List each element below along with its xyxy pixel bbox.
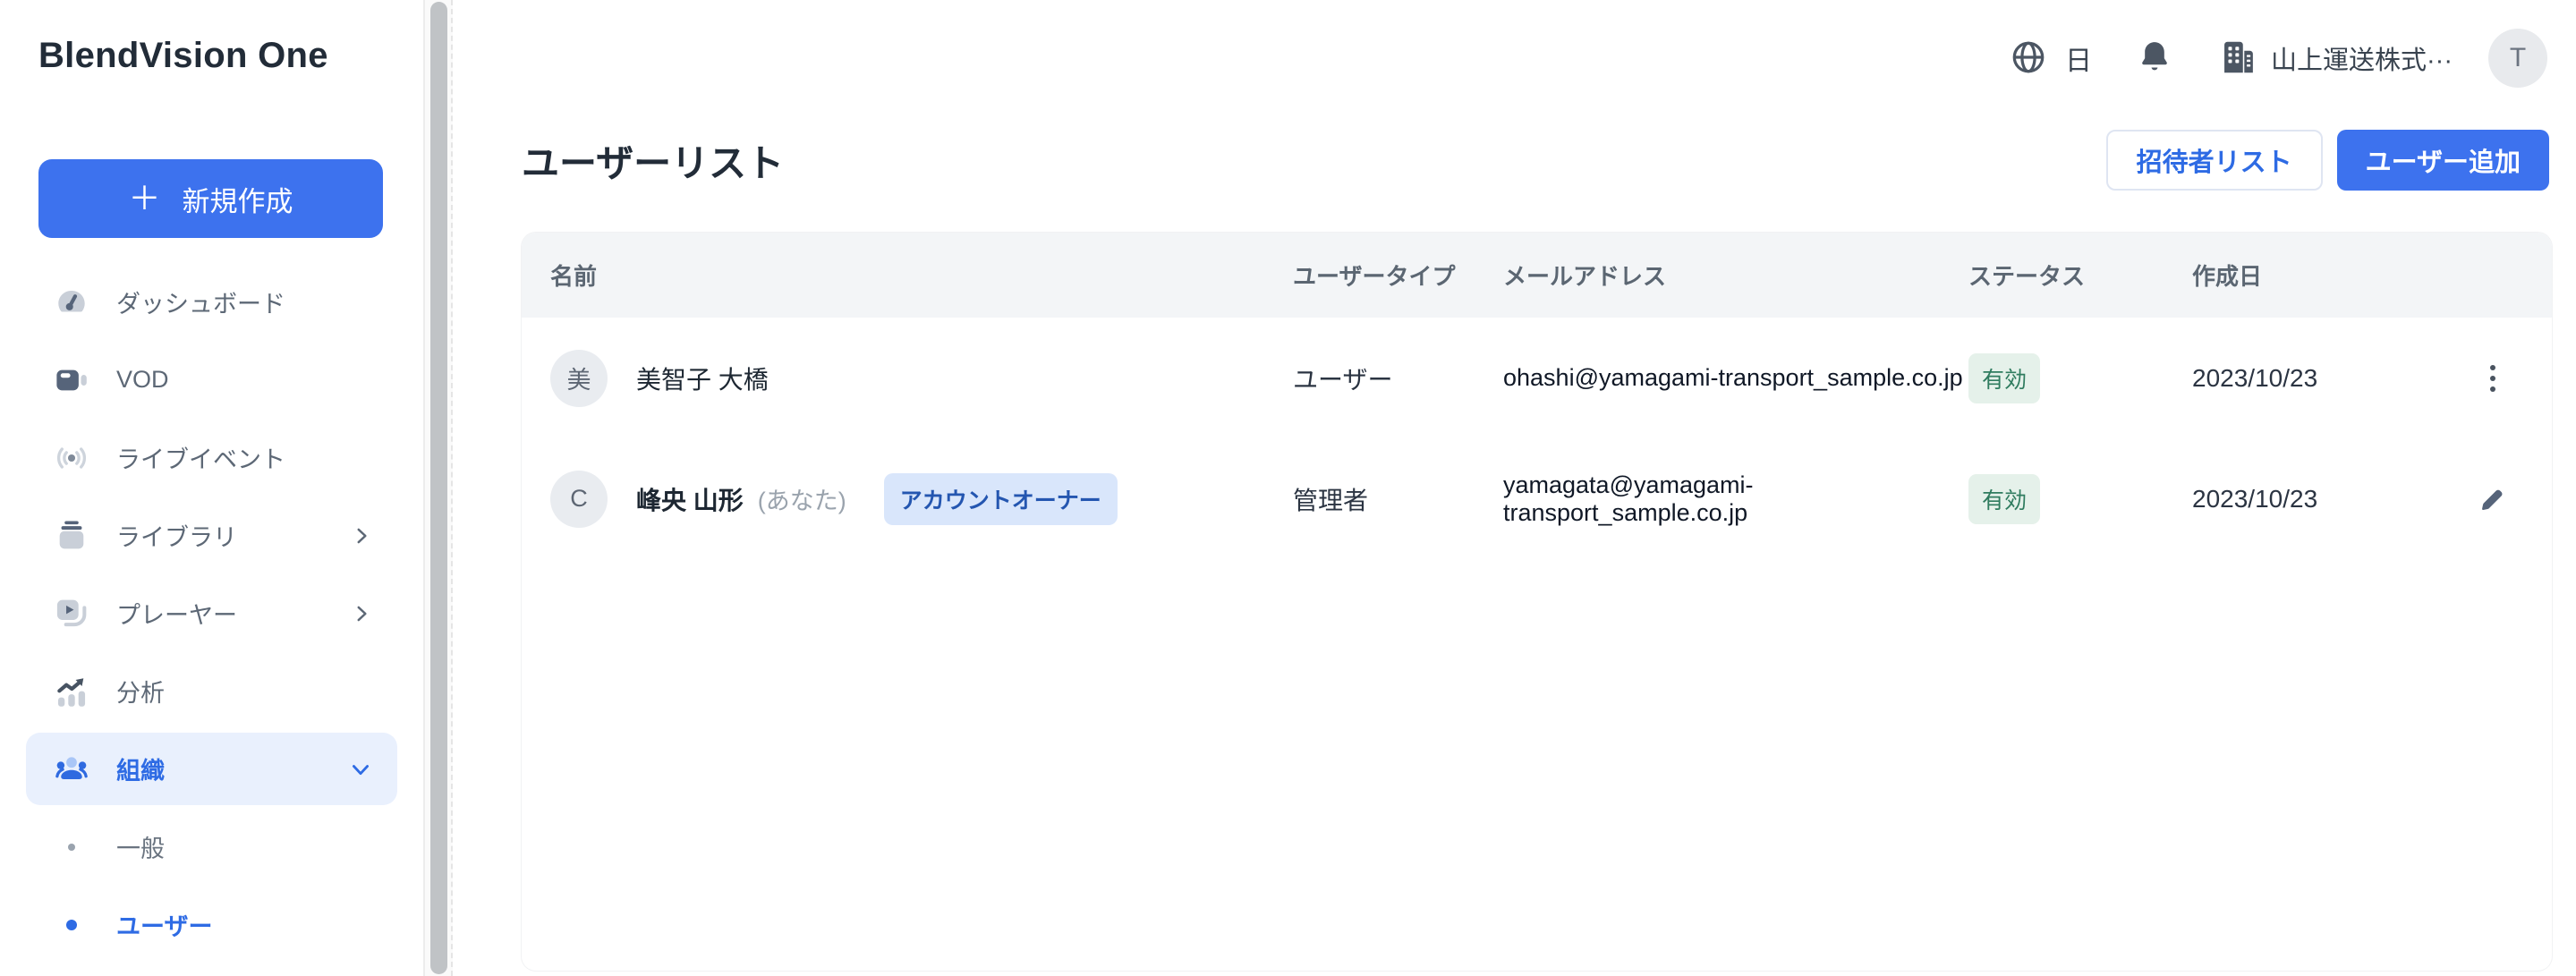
sidebar-item-label: ダッシュボード (116, 284, 285, 319)
add-user-button[interactable]: ユーザー追加 (2337, 130, 2549, 191)
app-root: BlendVision One ＋ 新規作成 ダッシュボード VOD (0, 0, 2576, 976)
page-header: ユーザーリスト 招待者リスト ユーザー追加 (522, 123, 2549, 197)
more-vertical-icon[interactable] (2483, 358, 2503, 399)
page-actions: 招待者リスト ユーザー追加 (2106, 130, 2549, 191)
column-header-status: ステータス (1968, 259, 2192, 292)
avatar: 美 (550, 350, 608, 407)
invitee-list-button[interactable]: 招待者リスト (2106, 130, 2323, 191)
create-new-button[interactable]: ＋ 新規作成 (38, 159, 383, 238)
sidebar-item-label: VOD (116, 366, 169, 394)
app-logo[interactable]: BlendVision One (38, 36, 328, 76)
edit-icon[interactable] (2474, 480, 2512, 518)
table-row: 美 美智子 大橋 ユーザー ohashi@yamagami-transport_… (522, 318, 2552, 438)
account-owner-badge: アカウントオーナー (884, 473, 1118, 525)
bullet-dot-icon (52, 844, 91, 851)
create-new-label: 新規作成 (183, 179, 293, 219)
sidebar-item-users[interactable]: ユーザー (0, 886, 423, 963)
avatar: C (550, 471, 608, 528)
people-icon (52, 750, 91, 789)
broadcast-icon (52, 439, 91, 477)
table-row: C 峰央 山形 (あなた) アカウントオーナー 管理者 yamagata@yam… (522, 438, 2552, 559)
library-icon (52, 517, 91, 555)
sidebar-item-general[interactable]: 一般 (0, 808, 423, 886)
sidebar-item-live-event[interactable]: ライブイベント (0, 419, 423, 496)
created-date: 2023/10/23 (2192, 364, 2434, 393)
chevron-right-icon (350, 524, 373, 547)
building-icon (2217, 37, 2258, 81)
organization-name: 山上運送株式··· (2271, 39, 2453, 77)
language-button[interactable] (2008, 37, 2049, 81)
sidebar-item-label: ユーザー (116, 907, 212, 942)
sidebar-item-label: プレーヤー (116, 596, 237, 631)
gauge-icon (52, 284, 91, 321)
actions-cell (2434, 480, 2552, 518)
user-email: ohashi@yamagami-transport_sample.co.jp (1503, 364, 1968, 392)
column-header-user-type: ユーザータイプ (1293, 259, 1503, 292)
column-header-name: 名前 (550, 259, 1293, 292)
user-name: 美智子 大橋 (636, 361, 769, 396)
sidebar-scrollbar-thumb[interactable] (430, 2, 447, 974)
user-type: ユーザー (1293, 361, 1503, 396)
name-cell: 美 美智子 大橋 (550, 350, 1293, 407)
sidebar-item-analytics[interactable]: 分析 (0, 652, 423, 730)
you-suffix-label: (あなた) (758, 481, 846, 516)
status-cell: 有効 (1968, 353, 2040, 403)
created-date: 2023/10/23 (2192, 485, 2434, 513)
topbar: 日 山上運送株式··· T (455, 0, 2576, 116)
column-header-created: 作成日 (2192, 259, 2434, 292)
sidebar-item-player[interactable]: プレーヤー (0, 574, 423, 652)
notifications-button[interactable] (2135, 38, 2174, 80)
page-title: ユーザーリスト (522, 133, 784, 188)
sidebar-item-label: ライブラリ (116, 518, 237, 553)
actions-cell (2434, 358, 2552, 399)
language-label[interactable]: 日 (2065, 38, 2092, 78)
sidebar-item-label: 分析 (116, 674, 165, 709)
sidebar-scrollbar-track (423, 0, 453, 976)
user-type: 管理者 (1293, 481, 1503, 517)
name-cell: C 峰央 山形 (あなた) アカウントオーナー (550, 471, 1293, 528)
chevron-right-icon (350, 602, 373, 625)
sidebar-item-label: 一般 (116, 829, 165, 864)
video-camera-icon (52, 361, 91, 399)
analytics-icon (52, 673, 91, 710)
sidebar: BlendVision One ＋ 新規作成 ダッシュボード VOD (0, 0, 423, 976)
user-table: 名前 ユーザータイプ メールアドレス ステータス 作成日 美 美智子 大橋 ユー… (522, 233, 2552, 971)
status-badge: 有効 (1968, 474, 2040, 524)
organization-switcher[interactable]: 山上運送株式··· (2217, 37, 2453, 81)
user-avatar[interactable]: T (2488, 29, 2547, 88)
sidebar-item-dashboard[interactable]: ダッシュボード (0, 263, 423, 341)
plus-icon: ＋ (128, 182, 160, 215)
sidebar-item-label: 組織 (116, 751, 165, 786)
chevron-down-icon (348, 757, 373, 782)
bullet-dot-icon (52, 920, 91, 930)
player-icon (52, 595, 91, 632)
column-header-email: メールアドレス (1503, 259, 1968, 292)
bell-icon (2135, 38, 2174, 80)
sidebar-item-label: ライブイベント (116, 440, 285, 475)
status-cell: 有効 (1968, 474, 2040, 524)
sidebar-item-library[interactable]: ライブラリ (0, 496, 423, 574)
sidebar-item-vod[interactable]: VOD (0, 341, 423, 419)
user-email: yamagata@yamagami-transport_sample.co.jp (1503, 471, 1968, 527)
main-content: 日 山上運送株式··· T ユーザーリスト 招待者リスト ユーザー追加 (455, 0, 2576, 976)
status-badge: 有効 (1968, 353, 2040, 403)
sidebar-nav: ダッシュボード VOD ライブイベント ライブラリ (0, 263, 423, 963)
table-header-row: 名前 ユーザータイプ メールアドレス ステータス 作成日 (522, 233, 2552, 318)
sidebar-item-organization[interactable]: 組織 (0, 730, 423, 808)
user-name: 峰央 山形 (636, 481, 744, 517)
globe-icon (2008, 37, 2049, 81)
